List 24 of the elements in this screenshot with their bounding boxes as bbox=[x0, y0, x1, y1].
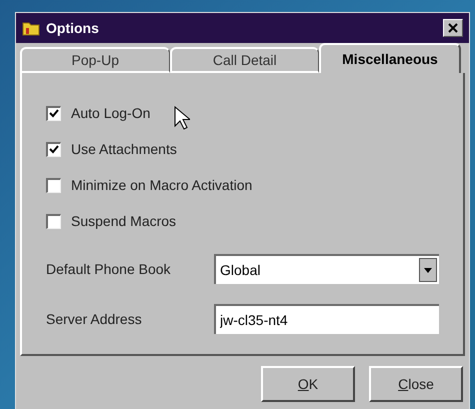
checkbox[interactable] bbox=[46, 106, 61, 120]
window-title: Options bbox=[46, 18, 100, 38]
dialog-button[interactable]: Close bbox=[369, 366, 463, 402]
checkbox[interactable] bbox=[46, 178, 61, 192]
field-label: Server Address bbox=[46, 310, 143, 328]
phone-book-dropdown[interactable]: Global bbox=[214, 254, 439, 284]
close-icon bbox=[448, 23, 458, 33]
tab[interactable]: Pop-Up bbox=[20, 47, 170, 73]
mouse-pointer-icon bbox=[174, 106, 190, 130]
folder-icon bbox=[22, 20, 40, 36]
checkbox[interactable] bbox=[46, 142, 61, 156]
dialog-button[interactable]: OK bbox=[261, 366, 355, 402]
checkbox[interactable] bbox=[46, 214, 61, 228]
checkmark-icon bbox=[49, 109, 59, 118]
checkmark-icon bbox=[49, 145, 59, 154]
checkbox-label: Suspend Macros bbox=[71, 212, 176, 231]
field-label: Default Phone Book bbox=[46, 260, 172, 278]
close-button[interactable] bbox=[443, 19, 463, 37]
checkbox-label: Use Attachments bbox=[71, 140, 177, 158]
tab[interactable]: Miscellaneous bbox=[319, 43, 461, 73]
server-address-field[interactable]: jw-cl35-nt4 bbox=[214, 304, 439, 334]
checkbox-label: Minimize on Macro Activation bbox=[71, 176, 252, 194]
tab[interactable]: Call Detail bbox=[170, 47, 319, 73]
checkbox-label: Auto Log-On bbox=[71, 104, 150, 123]
